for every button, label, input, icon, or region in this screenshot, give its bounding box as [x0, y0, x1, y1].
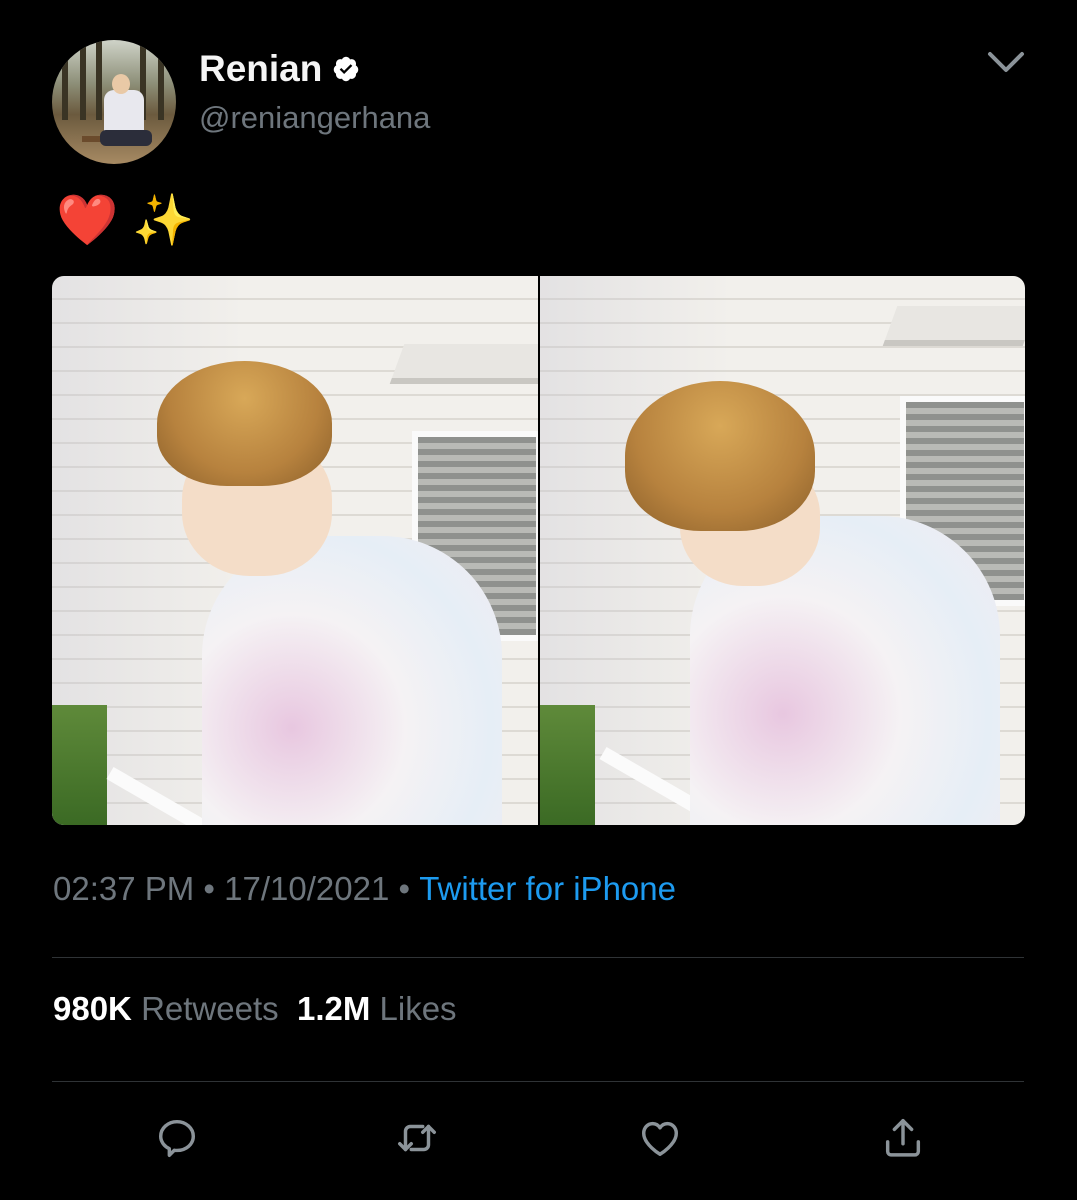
photo-grass	[539, 705, 595, 825]
photo-awning	[882, 306, 1025, 346]
like-button[interactable]	[634, 1112, 686, 1164]
retweets-label[interactable]: Retweets	[141, 990, 279, 1028]
tweet-source-link[interactable]: Twitter for iPhone	[419, 870, 676, 908]
avatar[interactable]	[52, 40, 176, 164]
divider	[52, 1081, 1024, 1082]
photo-awning	[389, 344, 538, 384]
tweet-text: ❤️ ✨	[56, 190, 194, 250]
tweet-media	[52, 276, 1025, 825]
reply-button[interactable]	[151, 1112, 203, 1164]
avatar-tree	[62, 40, 68, 120]
tweet-time: 02:37 PM	[53, 870, 195, 907]
avatar-person	[104, 90, 144, 134]
meta-separator: •	[389, 870, 420, 907]
photo-grass	[52, 705, 107, 825]
heart-icon	[641, 1121, 679, 1157]
avatar-head	[112, 74, 130, 94]
divider	[52, 957, 1024, 958]
avatar-tree	[80, 40, 86, 120]
meta-separator: •	[194, 870, 225, 907]
sparkles-emoji: ✨	[132, 192, 195, 248]
tweet-photo-1[interactable]	[52, 276, 538, 825]
share-button[interactable]	[877, 1112, 929, 1164]
reply-icon	[158, 1119, 196, 1157]
chevron-down-icon[interactable]	[984, 44, 1028, 80]
tweet-metadata: 02:37 PM • 17/10/2021 • Twitter for iPho…	[53, 870, 676, 908]
author-display-name[interactable]: Renian	[199, 48, 322, 90]
avatar-tree	[158, 40, 164, 120]
likes-count[interactable]: 1.2M	[297, 990, 370, 1028]
heart-emoji: ❤️	[56, 192, 119, 248]
author-handle[interactable]: @reniangerhana	[199, 100, 430, 136]
verified-badge-icon	[334, 56, 359, 82]
photo-person-hair	[157, 361, 332, 486]
retweets-count[interactable]: 980K	[53, 990, 132, 1028]
tweet-header: Renian @reniangerhana	[52, 40, 1032, 164]
tweet-date: 17/10/2021	[224, 870, 390, 907]
avatar-legs	[100, 130, 152, 146]
photo-person-body	[202, 536, 502, 825]
tweet-photo-2[interactable]	[539, 276, 1025, 825]
tweet-stats: 980K Retweets 1.2M Likes	[53, 990, 457, 1028]
likes-label[interactable]: Likes	[380, 990, 457, 1028]
author-name-row: Renian	[199, 48, 360, 90]
share-icon	[885, 1119, 921, 1157]
tweet-actions-bar	[0, 1112, 1077, 1172]
retweet-icon	[398, 1124, 436, 1152]
photo-person-hair	[624, 381, 815, 531]
avatar-tree	[96, 40, 102, 120]
retweet-button[interactable]	[391, 1112, 443, 1164]
